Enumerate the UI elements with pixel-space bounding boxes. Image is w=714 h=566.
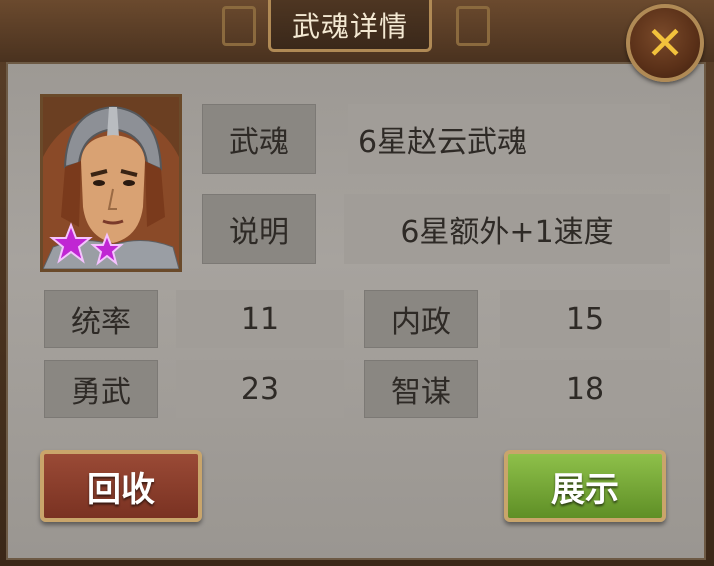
left-ornament bbox=[222, 6, 256, 46]
desc-value-cell: 6星额外+1速度 bbox=[344, 194, 670, 264]
name-label: 武魂 bbox=[229, 125, 289, 160]
stat-label-politics: 内政 bbox=[391, 305, 451, 340]
stat-value-cell: 18 bbox=[500, 360, 670, 418]
name-value-cell: 6星赵云武魂 bbox=[348, 104, 670, 174]
stat-label-cell: 内政 bbox=[364, 290, 478, 348]
stat-value-strategy: 18 bbox=[565, 371, 605, 407]
name-label-cell: 武魂 bbox=[202, 104, 316, 174]
stat-label-cell: 智谋 bbox=[364, 360, 478, 418]
desc-label-cell: 说明 bbox=[202, 194, 316, 264]
star-icon bbox=[90, 232, 124, 266]
soul-name: 6星赵云武魂 bbox=[358, 125, 528, 160]
stat-value-cell: 11 bbox=[176, 290, 344, 348]
stat-value-valor: 23 bbox=[240, 371, 280, 407]
show-button[interactable]: 展示 bbox=[504, 450, 666, 522]
dialog-title-text: 武魂详情 bbox=[291, 9, 408, 43]
show-button-label: 展示 bbox=[551, 469, 619, 510]
recycle-button[interactable]: 回收 bbox=[40, 450, 202, 522]
soul-description: 6星额外+1速度 bbox=[400, 215, 614, 250]
desc-label: 说明 bbox=[229, 215, 289, 250]
stat-value-command: 11 bbox=[240, 301, 280, 337]
stat-label-cell: 统率 bbox=[44, 290, 158, 348]
stat-value-cell: 15 bbox=[500, 290, 670, 348]
stat-label-valor: 勇武 bbox=[71, 375, 131, 410]
stat-value-politics: 15 bbox=[565, 301, 605, 337]
right-ornament bbox=[456, 6, 490, 46]
star-icon bbox=[49, 222, 93, 264]
close-x-icon: ✕ bbox=[645, 16, 685, 70]
general-portrait bbox=[40, 94, 182, 272]
stat-label-command: 统率 bbox=[71, 305, 131, 340]
stat-value-cell: 23 bbox=[176, 360, 344, 418]
stat-label-cell: 勇武 bbox=[44, 360, 158, 418]
dialog-title: 武魂详情 bbox=[268, 0, 432, 52]
recycle-button-label: 回收 bbox=[87, 469, 155, 510]
stat-label-strategy: 智谋 bbox=[391, 375, 451, 410]
star-rating bbox=[49, 222, 124, 266]
close-button[interactable]: ✕ bbox=[626, 4, 704, 82]
